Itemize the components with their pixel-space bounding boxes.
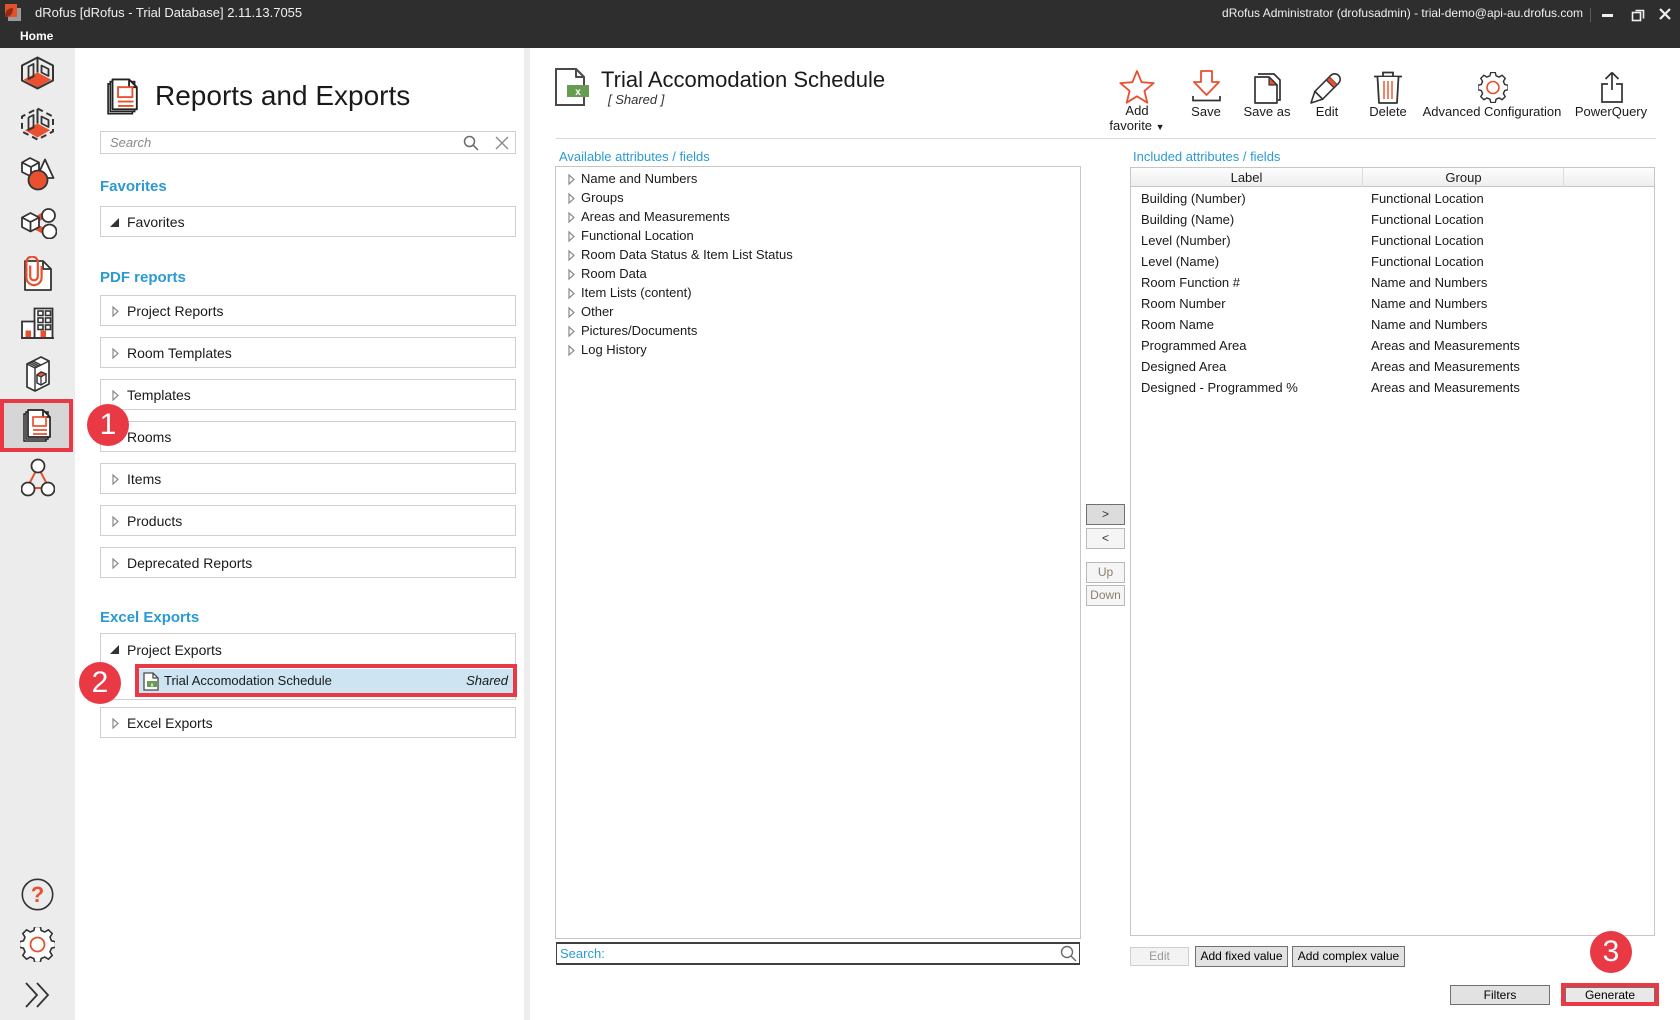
svg-text:?: ? — [31, 882, 44, 907]
svg-text:x: x — [575, 87, 581, 98]
